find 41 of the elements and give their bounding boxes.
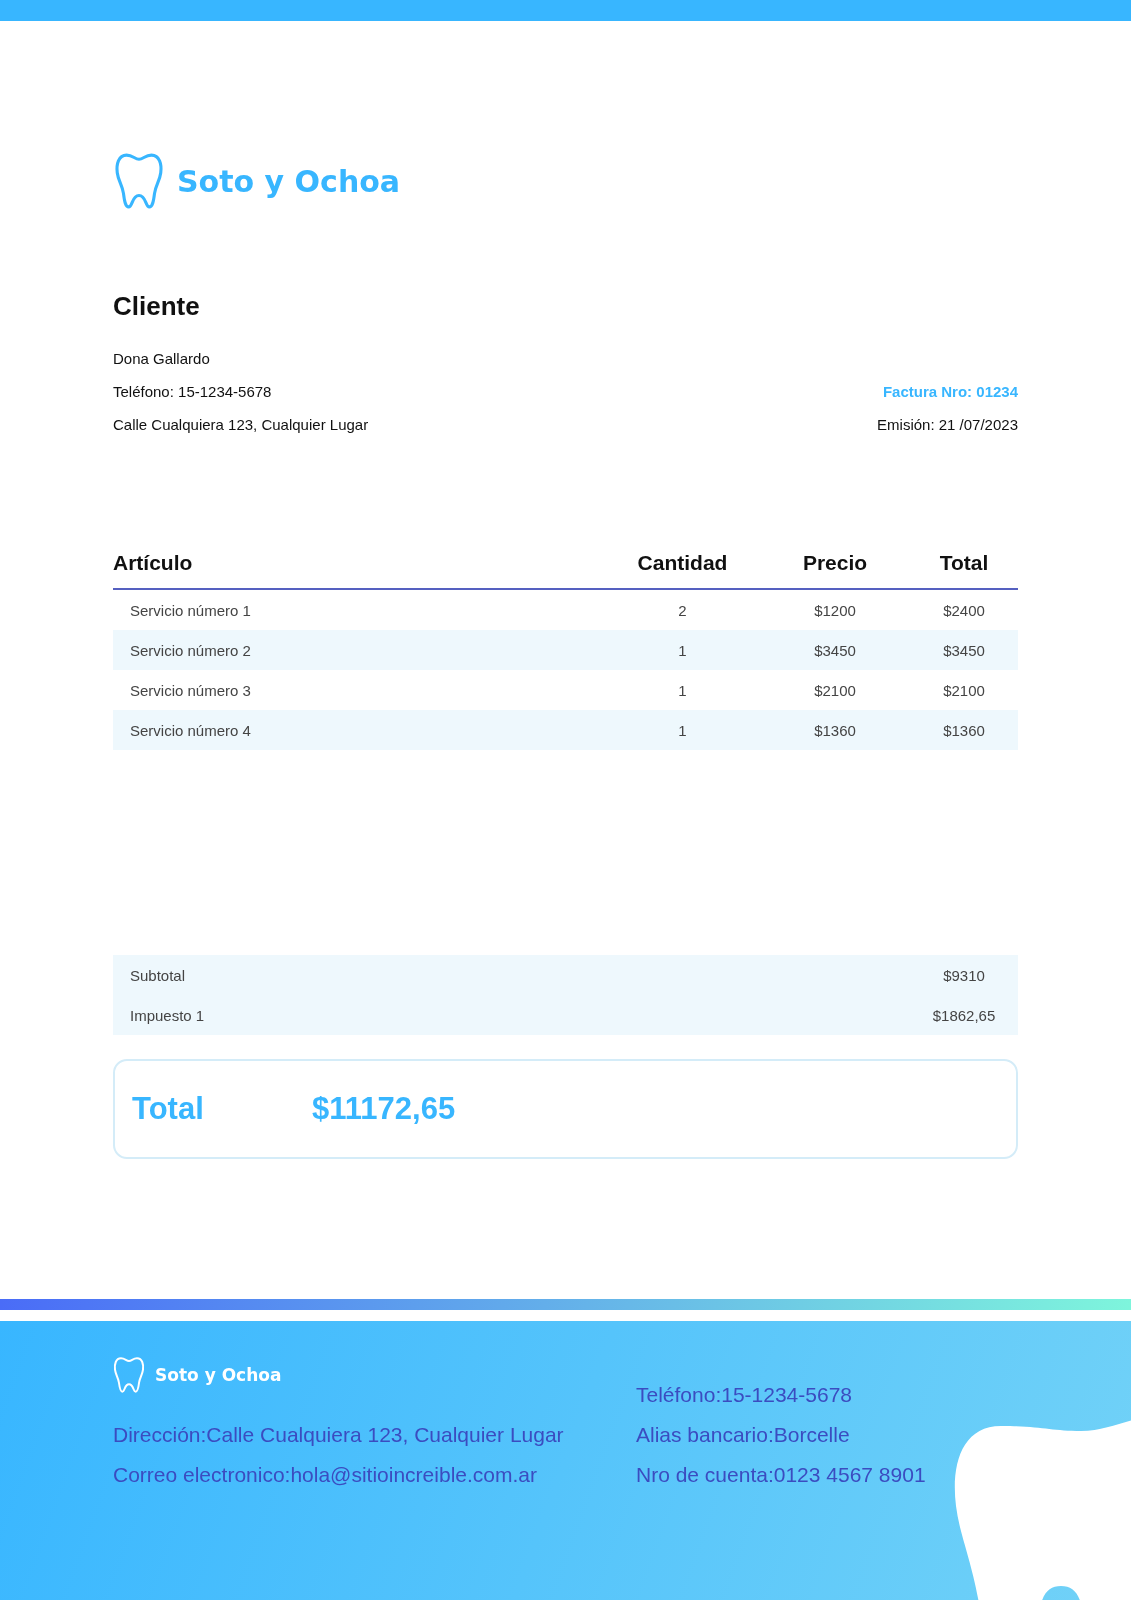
table-cell-text: 1 <box>677 721 688 739</box>
client-address: Calle Cualquiera 123, Cualquier Lugar <box>113 416 369 433</box>
table-cell-text: $1360 <box>813 721 857 739</box>
table-cell-text: Servicio número 2 <box>129 641 252 659</box>
table-cell-text: $2100 <box>942 681 986 699</box>
footer-text: Nro de cuenta:0123 4567 8901 <box>636 1462 926 1488</box>
table-cell-text: Servicio número 4 <box>129 721 252 739</box>
client-name: Dona Gallardo <box>113 350 210 367</box>
table-cell-text: $3450 <box>813 641 857 659</box>
footer-text: Correo electronico:hola@sitioincreible.com.ar <box>113 1462 538 1488</box>
client-heading: Cliente <box>113 291 201 322</box>
issue-date: Emisión: 21 /07/2023 <box>877 416 1018 433</box>
tooth-icon <box>113 1356 145 1394</box>
table-cell-text: 1 <box>677 681 688 699</box>
table-cell-text: $2100 <box>813 681 857 699</box>
table-cell-text: $1360 <box>942 721 986 739</box>
column-header: Total <box>938 551 990 575</box>
column-header: Cantidad <box>636 551 729 575</box>
column-header: Artículo <box>113 551 194 575</box>
table-cell-text: Servicio número 1 <box>129 601 252 619</box>
table-cell-text: 2 <box>677 601 688 619</box>
summary-value: $1862,65 <box>931 1006 997 1024</box>
table-cell-text: Servicio número 3 <box>129 681 252 699</box>
footer-text: Teléfono:15-1234-5678 <box>636 1382 853 1408</box>
summary-label: Impuesto 1 <box>130 1006 205 1024</box>
invoice-number: Factura Nro: 01234 <box>882 383 1018 400</box>
tooth-icon <box>113 152 165 210</box>
client-phone: Teléfono: 15-1234-5678 <box>113 383 272 400</box>
summary-value: $9310 <box>942 966 986 984</box>
column-header: Precio <box>801 551 869 575</box>
footer-brand: Soto y Ochoa <box>155 1365 282 1385</box>
summary-label: Subtotal <box>130 966 186 984</box>
table-cell-text: 1 <box>677 641 688 659</box>
table-cell-text: $1200 <box>813 601 857 619</box>
table-cell-text: $2400 <box>942 601 986 619</box>
total-value: $11172,65 <box>312 1091 456 1127</box>
total-label: Total <box>132 1091 205 1127</box>
brand-name: Soto y Ochoa <box>177 163 401 199</box>
footer-text: Alias bancario:Borcelle <box>636 1422 851 1448</box>
footer-text: Dirección:Calle Cualquiera 123, Cualquier Lugar <box>113 1422 565 1448</box>
table-cell-text: $3450 <box>942 641 986 659</box>
